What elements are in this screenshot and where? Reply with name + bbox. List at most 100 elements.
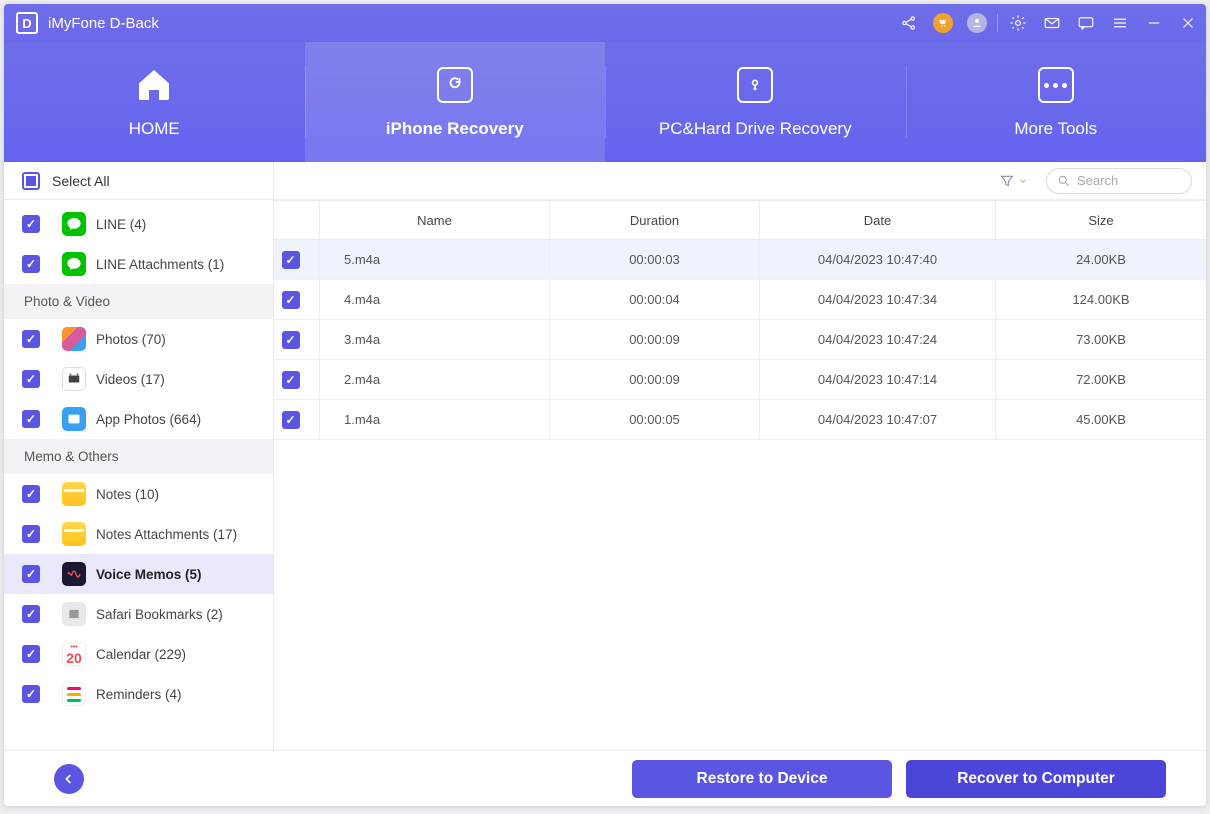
item-label: Safari Bookmarks (2): [96, 607, 223, 622]
line-icon: [62, 212, 86, 236]
search-input[interactable]: Search: [1046, 168, 1192, 194]
feedback-icon[interactable]: [1076, 13, 1096, 33]
sidebar-item-line-attachments[interactable]: LINE Attachments (1): [4, 244, 273, 284]
row-checkbox[interactable]: [282, 291, 300, 309]
item-checkbox[interactable]: [22, 685, 40, 703]
item-checkbox[interactable]: [22, 525, 40, 543]
item-label: Reminders (4): [96, 687, 182, 702]
search-placeholder: Search: [1077, 173, 1118, 188]
cell-date: 04/04/2023 10:47:14: [760, 360, 996, 399]
iphone-recovery-icon: [435, 65, 475, 105]
item-checkbox[interactable]: [22, 605, 40, 623]
cart-icon[interactable]: [933, 13, 953, 33]
line-icon: [62, 252, 86, 276]
item-checkbox[interactable]: [22, 565, 40, 583]
col-size[interactable]: Size: [996, 201, 1206, 239]
sidebar-item-videos[interactable]: Videos (17): [4, 359, 273, 399]
item-checkbox[interactable]: [22, 370, 40, 388]
row-checkbox[interactable]: [282, 371, 300, 389]
minimize-icon[interactable]: [1144, 13, 1164, 33]
cell-date: 04/04/2023 10:47:34: [760, 280, 996, 319]
sidebar-item-notes-attachments[interactable]: Notes Attachments (17): [4, 514, 273, 554]
cell-duration: 00:00:09: [550, 360, 760, 399]
table-row[interactable]: 5.m4a 00:00:03 04/04/2023 10:47:40 24.00…: [274, 240, 1206, 280]
tab-pc-label: PC&Hard Drive Recovery: [659, 119, 852, 139]
sidebar-item-photos[interactable]: Photos (70): [4, 319, 273, 359]
row-checkbox[interactable]: [282, 251, 300, 269]
content-toolbar: Search: [274, 162, 1206, 200]
filter-button[interactable]: [999, 173, 1028, 189]
main-nav: HOME iPhone Recovery PC&Hard Drive Recov…: [4, 42, 1206, 162]
sidebar-item-voice-memos[interactable]: Voice Memos (5): [4, 554, 273, 594]
cell-name: 3.m4a: [320, 320, 550, 359]
tab-pc-recovery[interactable]: PC&Hard Drive Recovery: [605, 42, 906, 162]
col-name[interactable]: Name: [320, 201, 550, 239]
cell-name: 5.m4a: [320, 240, 550, 279]
settings-icon[interactable]: [1008, 13, 1028, 33]
user-avatar-icon[interactable]: [967, 13, 987, 33]
table-row[interactable]: 2.m4a 00:00:09 04/04/2023 10:47:14 72.00…: [274, 360, 1206, 400]
item-label: Notes (10): [96, 487, 159, 502]
sidebar-item-reminders[interactable]: Reminders (4): [4, 674, 273, 714]
reminders-icon: [62, 682, 86, 706]
recover-to-computer-button[interactable]: Recover to Computer: [906, 760, 1166, 798]
select-all-label: Select All: [52, 173, 110, 189]
item-checkbox[interactable]: [22, 410, 40, 428]
cell-duration: 00:00:04: [550, 280, 760, 319]
table-row[interactable]: 3.m4a 00:00:09 04/04/2023 10:47:24 73.00…: [274, 320, 1206, 360]
item-label: Notes Attachments (17): [96, 527, 237, 542]
table-row[interactable]: 4.m4a 00:00:04 04/04/2023 10:47:34 124.0…: [274, 280, 1206, 320]
cell-size: 72.00KB: [996, 360, 1206, 399]
sidebar-item-notes[interactable]: Notes (10): [4, 474, 273, 514]
item-checkbox[interactable]: [22, 330, 40, 348]
photos-icon: [62, 327, 86, 351]
pc-recovery-icon: [735, 65, 775, 105]
row-checkbox[interactable]: [282, 331, 300, 349]
voice-memos-icon: [62, 562, 86, 586]
select-all-toggle[interactable]: Select All: [4, 162, 273, 200]
close-icon[interactable]: [1178, 13, 1198, 33]
menu-icon[interactable]: [1110, 13, 1130, 33]
restore-to-device-button[interactable]: Restore to Device: [632, 760, 892, 798]
sidebar-item-safari[interactable]: Safari Bookmarks (2): [4, 594, 273, 634]
item-label: App Photos (664): [96, 412, 201, 427]
table-row[interactable]: 1.m4a 00:00:05 04/04/2023 10:47:07 45.00…: [274, 400, 1206, 440]
col-duration[interactable]: Duration: [550, 201, 760, 239]
sidebar-item-calendar[interactable]: •••20Calendar (229): [4, 634, 273, 674]
notes-icon: [62, 522, 86, 546]
mail-icon[interactable]: [1042, 13, 1062, 33]
tab-iphone-recovery[interactable]: iPhone Recovery: [305, 42, 606, 162]
tab-more-tools[interactable]: More Tools: [906, 42, 1207, 162]
cell-duration: 00:00:09: [550, 320, 760, 359]
cell-name: 2.m4a: [320, 360, 550, 399]
item-checkbox[interactable]: [22, 645, 40, 663]
item-checkbox[interactable]: [22, 255, 40, 273]
select-all-checkbox[interactable]: [22, 172, 40, 190]
cell-duration: 00:00:05: [550, 400, 760, 439]
share-icon[interactable]: [899, 13, 919, 33]
table-body: 5.m4a 00:00:03 04/04/2023 10:47:40 24.00…: [274, 240, 1206, 440]
item-checkbox[interactable]: [22, 485, 40, 503]
table-header: Name Duration Date Size: [274, 200, 1206, 240]
sidebar-item-app-photos[interactable]: App Photos (664): [4, 399, 273, 439]
app-photos-icon: [62, 407, 86, 431]
sidebar-item-line[interactable]: LINE (4): [4, 204, 273, 244]
back-button[interactable]: [54, 764, 84, 794]
videos-icon: [62, 367, 86, 391]
cell-size: 124.00KB: [996, 280, 1206, 319]
cell-size: 24.00KB: [996, 240, 1206, 279]
category-list[interactable]: x LINE (4) LINE Attachments (1) Photo & …: [4, 200, 273, 750]
item-checkbox[interactable]: [22, 215, 40, 233]
tab-iphone-label: iPhone Recovery: [386, 119, 524, 139]
cell-name: 1.m4a: [320, 400, 550, 439]
col-date[interactable]: Date: [760, 201, 996, 239]
item-label: Voice Memos (5): [96, 567, 202, 582]
row-checkbox[interactable]: [282, 411, 300, 429]
category-memo-others: Memo & Others: [4, 439, 273, 474]
title-bar: D iMyFone D-Back: [4, 4, 1206, 42]
tab-home[interactable]: HOME: [4, 42, 305, 162]
main-content: Search Name Duration Date Size 5.m4a 00:…: [274, 162, 1206, 750]
app-logo-icon: D: [16, 12, 38, 34]
cell-date: 04/04/2023 10:47:07: [760, 400, 996, 439]
cell-date: 04/04/2023 10:47:24: [760, 320, 996, 359]
